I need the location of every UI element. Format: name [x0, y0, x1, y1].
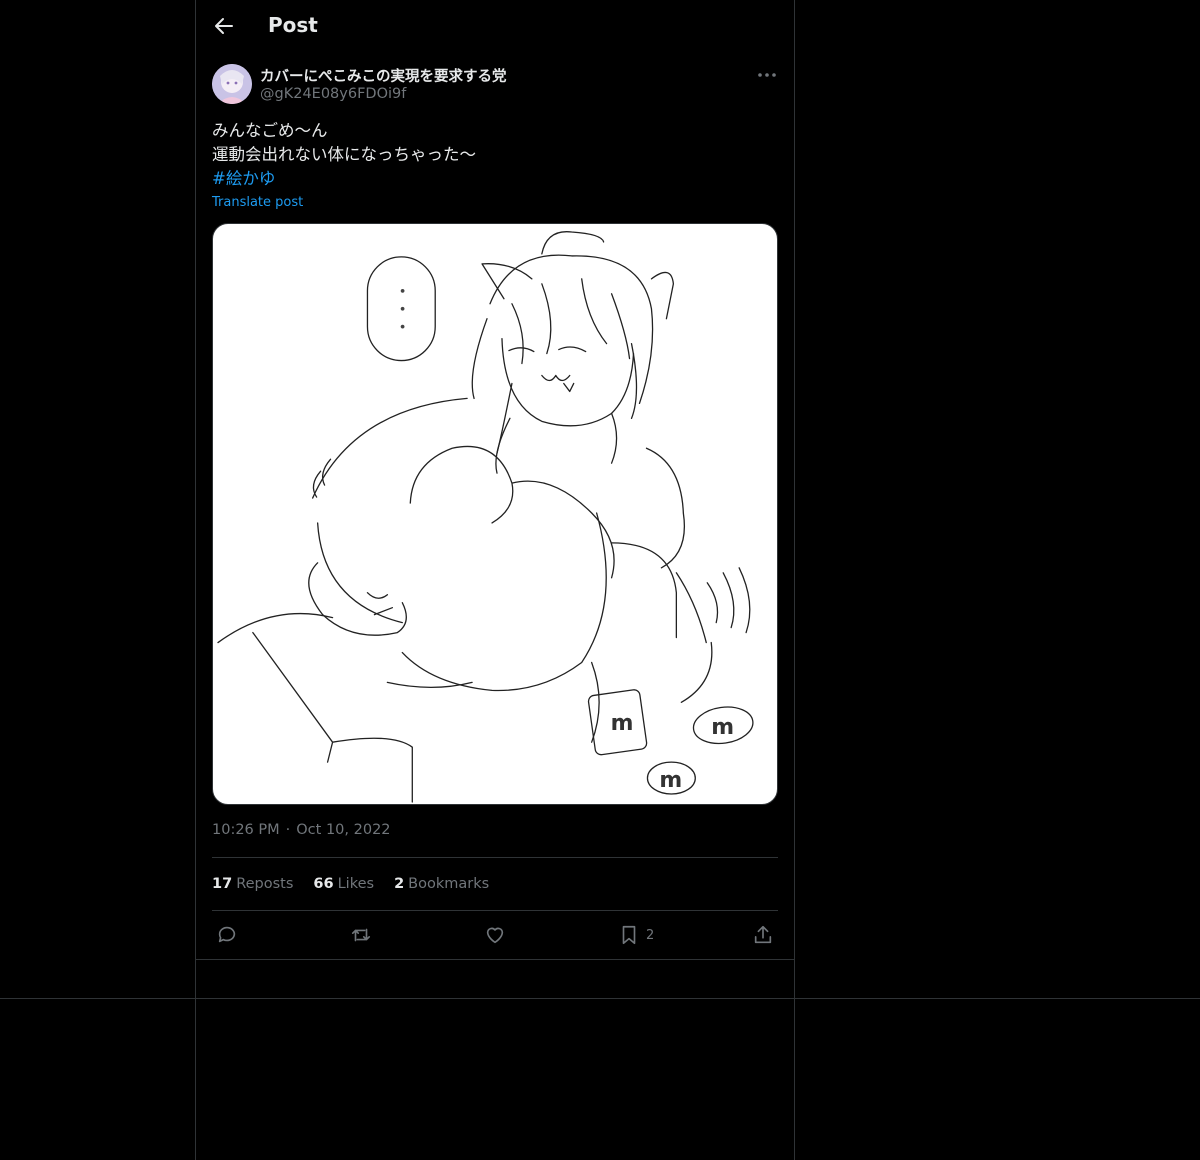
post-line: 運動会出れない体になっちゃった〜	[212, 145, 476, 164]
post-actions: 2	[212, 922, 778, 950]
main-column: Post カバーにぺこみこの実現を要求する党 @gK24E08y6FDOi9f …	[195, 0, 795, 1160]
share-icon	[754, 925, 772, 944]
heart-icon	[486, 927, 504, 944]
avatar[interactable]	[212, 64, 252, 104]
post-timestamp: 10:26 PM · Oct 10, 2022	[212, 822, 391, 838]
post-text: みんなごめ〜ん 運動会出れない体になっちゃった〜 #絵かゆ	[212, 119, 778, 191]
repost-button[interactable]	[350, 922, 372, 948]
avatar-image	[212, 64, 252, 104]
bookmark-icon	[622, 925, 636, 945]
svg-text:m: m	[611, 711, 634, 736]
post-stats: 17 Reposts 66 Likes 2 Bookmarks	[212, 876, 489, 892]
post-line: みんなごめ〜ん	[212, 121, 328, 140]
more-dots-icon	[758, 73, 776, 77]
section-divider	[0, 998, 1200, 999]
timestamp-separator: ·	[285, 822, 291, 838]
post-bottom-border	[196, 959, 794, 960]
bookmark-count: 2	[646, 927, 655, 943]
post-author: カバーにぺこみこの実現を要求する党 @gK24E08y6FDOi9f	[212, 64, 778, 108]
reply-button[interactable]	[216, 922, 238, 948]
repost-icon	[351, 928, 371, 942]
back-button[interactable]	[212, 14, 236, 38]
hashtag-link[interactable]: #絵かゆ	[212, 167, 275, 191]
translate-post-link[interactable]: Translate post	[212, 195, 303, 210]
like-button[interactable]	[484, 922, 506, 948]
author-handle[interactable]: @gK24E08y6FDOi9f	[260, 86, 406, 102]
post-header: Post	[196, 0, 794, 54]
speech-bubble-text: ・・・	[390, 282, 411, 336]
more-options-button[interactable]	[756, 66, 778, 84]
reply-icon	[218, 926, 236, 943]
bookmark-button[interactable]: 2	[618, 922, 654, 948]
divider	[212, 910, 778, 911]
likes-stat[interactable]: 66 Likes	[313, 876, 374, 892]
post-time[interactable]: 10:26 PM	[212, 822, 280, 838]
share-button[interactable]	[752, 922, 774, 948]
arrow-left-icon	[215, 18, 233, 34]
svg-text:m: m	[711, 715, 734, 740]
sketch-illustration: ・・・ m m m	[217, 231, 754, 803]
post-image[interactable]: ・・・ m m m	[212, 223, 778, 805]
bookmarks-stat[interactable]: 2 Bookmarks	[394, 876, 489, 892]
post-date[interactable]: Oct 10, 2022	[296, 822, 390, 838]
divider	[212, 857, 778, 858]
author-display-name[interactable]: カバーにぺこみこの実現を要求する党	[260, 65, 507, 86]
page-title: Post	[268, 13, 318, 37]
reposts-stat[interactable]: 17 Reposts	[212, 876, 293, 892]
svg-text:m: m	[659, 768, 682, 793]
